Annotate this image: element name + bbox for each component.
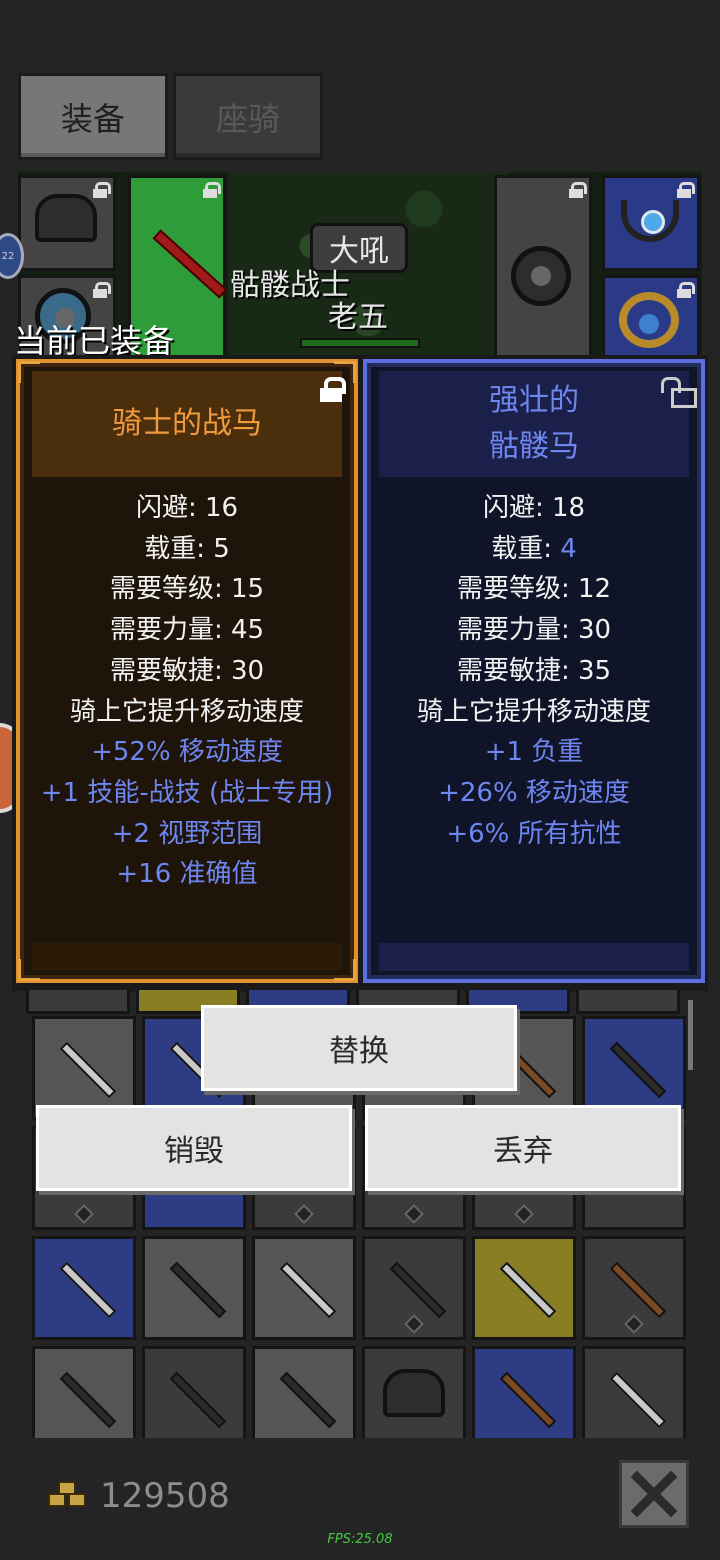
pickaxe-icon bbox=[169, 1261, 227, 1319]
item-name-line2: 骷髅马 bbox=[489, 429, 579, 464]
stat-bonus: +1 技能-战技 (战士专用) bbox=[40, 777, 334, 808]
socket-icon bbox=[294, 1204, 314, 1224]
tab-mount[interactable]: 座骑 bbox=[173, 73, 323, 160]
amulet-icon bbox=[621, 200, 679, 242]
lock-icon bbox=[203, 182, 221, 198]
stat-bonus: +16 准确值 bbox=[116, 859, 258, 890]
tab-equipment[interactable]: 装备 bbox=[18, 73, 168, 160]
stat-description: 骑上它提升移动速度 bbox=[416, 696, 651, 727]
gold-amount: 129508 bbox=[100, 1476, 230, 1516]
stat-req-level: 需要等级: 15 bbox=[109, 574, 265, 605]
stat-bonus: +6% 所有抗性 bbox=[446, 818, 622, 849]
inventory-slot[interactable] bbox=[142, 1236, 246, 1340]
gold-coins-icon bbox=[48, 1481, 88, 1511]
inventory-scrollbar[interactable] bbox=[688, 1000, 693, 1070]
lock-icon bbox=[93, 282, 111, 298]
inventory-slot[interactable] bbox=[362, 1236, 466, 1340]
socket-icon bbox=[624, 1314, 644, 1334]
sword-icon bbox=[279, 1261, 337, 1319]
stat-bonus: +1 负重 bbox=[484, 737, 584, 768]
lock-icon bbox=[569, 182, 587, 198]
shield-icon bbox=[511, 246, 571, 306]
slot-offhand[interactable] bbox=[494, 175, 592, 357]
stat-bonus: +52% 移动速度 bbox=[91, 737, 283, 768]
helmet-icon bbox=[383, 1369, 445, 1417]
stat-req-agility: 需要敏捷: 30 bbox=[109, 655, 265, 686]
bow-icon bbox=[609, 1261, 667, 1319]
inventory-slot[interactable] bbox=[252, 1236, 356, 1340]
panel-footer bbox=[379, 943, 689, 971]
item-stats: 闪避: 18 载重: 4 需要等级: 12 需要力量: 30 需要敏捷: 35 … bbox=[367, 488, 701, 854]
health-bar bbox=[300, 338, 420, 348]
item-name-header: 强壮的 骷髅马 bbox=[379, 371, 689, 477]
spear-icon bbox=[59, 1371, 117, 1429]
slot-amulet[interactable] bbox=[602, 175, 700, 271]
slot-ring[interactable] bbox=[602, 275, 700, 357]
destroy-button[interactable]: 销毁 bbox=[36, 1105, 352, 1191]
inventory-slot[interactable] bbox=[142, 1346, 246, 1438]
inventory-slot[interactable] bbox=[582, 1346, 686, 1438]
lock-icon bbox=[677, 182, 695, 198]
bow-icon bbox=[499, 1371, 557, 1429]
lock-icon[interactable] bbox=[320, 377, 346, 403]
replace-button[interactable]: 替换 bbox=[201, 1005, 517, 1091]
compare-item-panel: 强壮的 骷髅马 闪避: 18 载重: 4 需要等级: 12 需要力量: 30 需… bbox=[363, 359, 705, 983]
stat-load-value: 4 bbox=[560, 533, 577, 564]
stat-load-label: 载重: bbox=[491, 533, 561, 564]
inventory-slot[interactable] bbox=[362, 1346, 466, 1438]
inventory-slot[interactable] bbox=[576, 990, 680, 1014]
stat-req-strength: 需要力量: 30 bbox=[456, 615, 612, 646]
inventory-slot[interactable] bbox=[582, 1236, 686, 1340]
mace-icon bbox=[609, 1041, 667, 1099]
stat-req-agility: 需要敏捷: 35 bbox=[456, 655, 612, 686]
item-name: 骑士的战马 bbox=[112, 406, 262, 441]
slot-helmet[interactable] bbox=[18, 175, 116, 271]
inventory-slot[interactable] bbox=[472, 1346, 576, 1438]
stat-dodge: 闪避: 18 bbox=[482, 493, 586, 523]
stat-bonus: +26% 移动速度 bbox=[438, 777, 630, 808]
drop-button[interactable]: 丢弃 bbox=[365, 1105, 681, 1191]
stat-description: 骑上它提升移动速度 bbox=[69, 696, 304, 727]
stat-req-level: 需要等级: 12 bbox=[456, 574, 612, 605]
helmet-icon bbox=[35, 194, 97, 242]
item-name-line1: 强壮的 bbox=[489, 383, 579, 418]
stat-load: 载重: 5 bbox=[144, 533, 230, 564]
ring-icon bbox=[619, 292, 679, 348]
socket-icon bbox=[514, 1204, 534, 1224]
character-nickname-label: 老五 bbox=[328, 300, 388, 335]
stat-dodge: 闪避: 16 bbox=[135, 493, 239, 523]
item-stats: 闪避: 16 载重: 5 需要等级: 15 需要力量: 45 需要敏捷: 30 … bbox=[20, 488, 354, 895]
halberd-icon bbox=[279, 1371, 337, 1429]
socket-icon bbox=[74, 1204, 94, 1224]
unlock-icon[interactable] bbox=[661, 377, 697, 408]
panel-footer bbox=[32, 943, 342, 971]
fps-counter: FPS:25.08 bbox=[327, 1532, 393, 1547]
axe-icon bbox=[59, 1041, 117, 1099]
flail-icon bbox=[389, 1261, 447, 1319]
socket-icon bbox=[404, 1204, 424, 1224]
halberd-icon bbox=[169, 1371, 227, 1429]
lock-icon bbox=[677, 282, 695, 298]
lock-icon bbox=[93, 182, 111, 198]
sword-icon bbox=[152, 229, 228, 299]
close-icon bbox=[631, 1471, 677, 1517]
inventory-slot[interactable] bbox=[252, 1346, 356, 1438]
inventory-slot[interactable] bbox=[32, 1236, 136, 1340]
item-name-header: 骑士的战马 bbox=[32, 371, 342, 477]
inventory-slot[interactable] bbox=[26, 990, 130, 1014]
dagger-icon bbox=[609, 1371, 667, 1429]
inventory-slot[interactable] bbox=[472, 1236, 576, 1340]
current-item-panel: 骑士的战马 闪避: 16 载重: 5 需要等级: 15 需要力量: 45 需要敏… bbox=[16, 359, 358, 983]
inventory-slot[interactable] bbox=[32, 1346, 136, 1438]
axe-icon bbox=[59, 1261, 117, 1319]
stat-bonus: +2 视野范围 bbox=[111, 818, 263, 849]
axe-icon bbox=[499, 1261, 557, 1319]
socket-icon bbox=[404, 1314, 424, 1334]
stat-req-strength: 需要力量: 45 bbox=[109, 615, 265, 646]
close-button[interactable] bbox=[619, 1460, 689, 1528]
stat-load: 载重: 4 bbox=[367, 529, 701, 570]
